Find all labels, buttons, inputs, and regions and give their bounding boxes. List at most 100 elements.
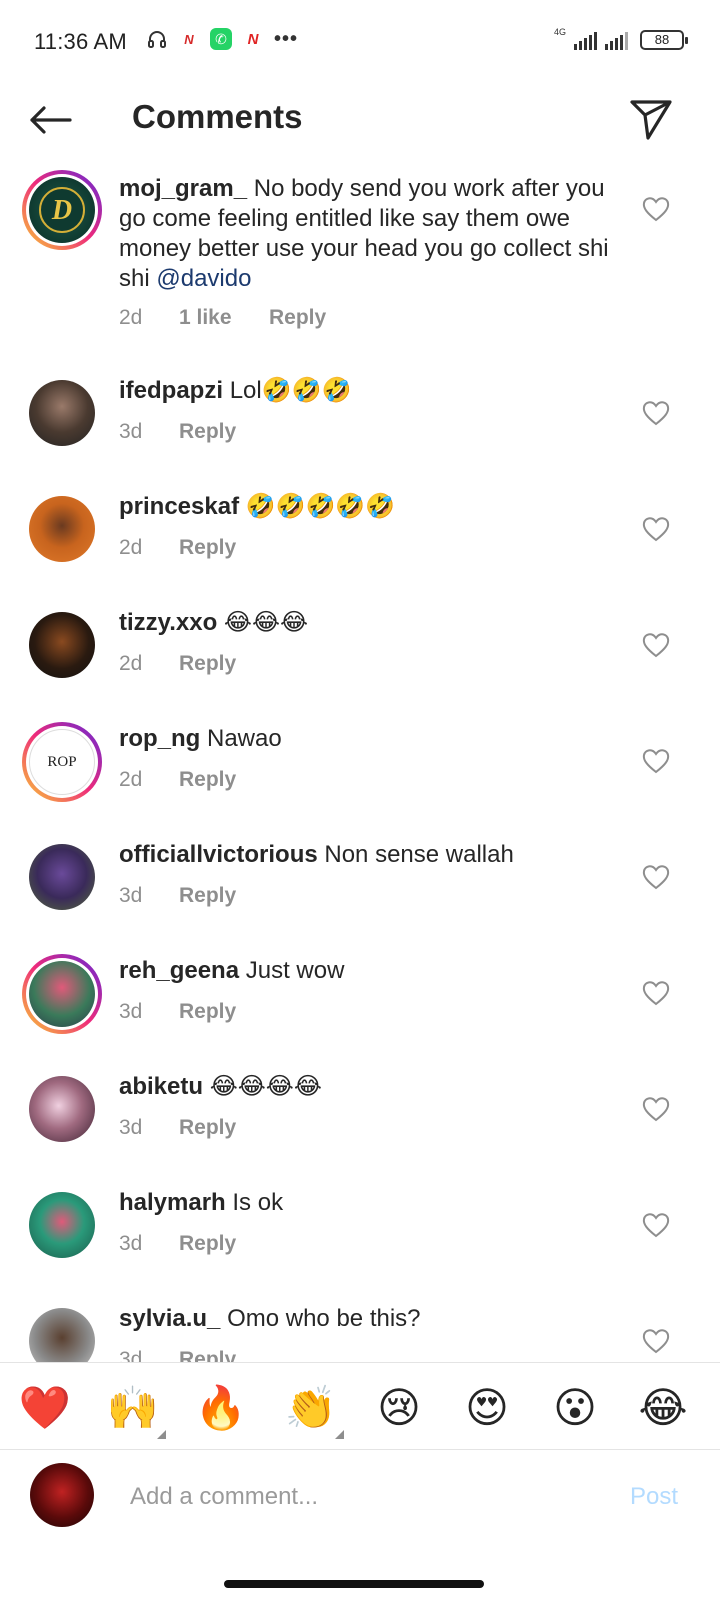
avatar[interactable] bbox=[29, 612, 95, 678]
home-indicator[interactable] bbox=[224, 1580, 484, 1588]
avatar[interactable] bbox=[29, 496, 95, 562]
comment-item: abiketu 😂😂😂😂 3d Reply bbox=[0, 1072, 720, 1172]
comment-meta: 3d Reply bbox=[119, 884, 236, 908]
comment-text: moj_gram_ No body send you work after yo… bbox=[119, 175, 609, 292]
avatar[interactable]: ROP bbox=[22, 722, 102, 802]
skin-tone-indicator-icon bbox=[157, 1430, 166, 1439]
reply-button[interactable]: Reply bbox=[179, 768, 236, 792]
emoji-raised-hands-button[interactable]: 🙌 bbox=[106, 1381, 166, 1439]
comment-time: 3d bbox=[119, 1232, 143, 1255]
share-button[interactable] bbox=[626, 94, 676, 144]
reply-button[interactable]: Reply bbox=[179, 1232, 236, 1256]
emoji-crying-button[interactable]: 😢 bbox=[372, 1381, 426, 1435]
reply-button[interactable]: Reply bbox=[179, 652, 236, 676]
status-bar: 11:36 AM N ✆ N ••• 4G 88 bbox=[0, 0, 720, 84]
whatsapp-icon: ✆ bbox=[210, 28, 232, 50]
like-heart-icon[interactable] bbox=[642, 400, 670, 426]
arrow-left-icon bbox=[30, 106, 72, 134]
emoji-surprised-button[interactable]: 😮 bbox=[548, 1381, 602, 1435]
comment-username[interactable]: officiallvictorious bbox=[119, 841, 318, 868]
comment-likes[interactable]: 1 like bbox=[179, 306, 269, 330]
comment-time: 2d bbox=[119, 306, 143, 329]
comment-text: officiallvictorious Non sense wallah bbox=[119, 841, 514, 868]
back-button[interactable] bbox=[26, 96, 74, 144]
comments-list[interactable]: D moj_gram_ No body send you work after … bbox=[0, 160, 720, 1388]
comment-meta: 3d Reply bbox=[119, 1116, 236, 1140]
avatar[interactable] bbox=[29, 1076, 95, 1142]
reply-button[interactable]: Reply bbox=[179, 1116, 236, 1140]
paper-plane-icon bbox=[630, 100, 672, 140]
emoji-laughing-button[interactable]: 😂 bbox=[636, 1381, 690, 1435]
reply-button[interactable]: Reply bbox=[179, 1000, 236, 1024]
skin-tone-indicator-icon bbox=[335, 1430, 344, 1439]
comment-meta: 3d Reply bbox=[119, 420, 236, 444]
emoji-heart-button[interactable]: ❤️ bbox=[18, 1381, 72, 1435]
comment-username[interactable]: abiketu bbox=[119, 1073, 203, 1100]
like-heart-icon[interactable] bbox=[642, 196, 670, 222]
like-heart-icon[interactable] bbox=[642, 1096, 670, 1122]
post-button[interactable]: Post bbox=[630, 1483, 678, 1511]
comment-time: 3d bbox=[119, 420, 143, 443]
comment-time: 2d bbox=[119, 652, 143, 675]
comment-username[interactable]: sylvia.u_ bbox=[119, 1305, 220, 1332]
comment-text: abiketu 😂😂😂😂 bbox=[119, 1073, 322, 1100]
comment-item: ifedpapzi Lol🤣🤣🤣 3d Reply bbox=[0, 376, 720, 476]
reply-button[interactable]: Reply bbox=[179, 536, 236, 560]
svg-text:D: D bbox=[51, 195, 72, 226]
avatar[interactable] bbox=[22, 954, 102, 1034]
avatar[interactable] bbox=[29, 844, 95, 910]
avatar[interactable] bbox=[29, 1192, 95, 1258]
more-notifications-icon: ••• bbox=[274, 27, 299, 50]
mention-link[interactable]: @davido bbox=[156, 265, 251, 292]
comment-meta: 2d Reply bbox=[119, 768, 236, 792]
emoji-clap-button[interactable]: 👏 bbox=[284, 1381, 344, 1439]
like-heart-icon[interactable] bbox=[642, 748, 670, 774]
comment-username[interactable]: ifedpapzi bbox=[119, 377, 223, 404]
like-heart-icon[interactable] bbox=[642, 1212, 670, 1238]
comment-item: officiallvictorious Non sense wallah 3d … bbox=[0, 840, 720, 940]
network-type-label: 4G bbox=[553, 27, 566, 37]
avatar[interactable] bbox=[29, 380, 95, 446]
like-heart-icon[interactable] bbox=[642, 1328, 670, 1354]
comment-text: princeskaf 🤣🤣🤣🤣🤣 bbox=[119, 493, 396, 520]
like-heart-icon[interactable] bbox=[642, 632, 670, 658]
comment-time: 2d bbox=[119, 768, 143, 791]
comment-username[interactable]: moj_gram_ bbox=[119, 175, 247, 202]
comment-username[interactable]: reh_geena bbox=[119, 957, 239, 984]
comment-username[interactable]: tizzy.xxo bbox=[119, 609, 217, 636]
comment-text: rop_ng Nawao bbox=[119, 725, 282, 752]
reply-button[interactable]: Reply bbox=[269, 306, 326, 330]
comment-username[interactable]: rop_ng bbox=[119, 725, 200, 752]
emoji-fire-button[interactable]: 🔥 bbox=[194, 1381, 248, 1435]
comment-item: princeskaf 🤣🤣🤣🤣🤣 2d Reply bbox=[0, 492, 720, 592]
comment-time: 3d bbox=[119, 884, 143, 907]
header: Comments bbox=[0, 84, 720, 156]
battery-icon: 88 bbox=[640, 30, 688, 50]
like-heart-icon[interactable] bbox=[642, 980, 670, 1006]
comment-username[interactable]: princeskaf bbox=[119, 493, 239, 520]
comment-item: ROP rop_ng Nawao 2d Reply bbox=[0, 720, 720, 820]
comment-time: 3d bbox=[119, 1000, 143, 1023]
comment-item: tizzy.xxo 😂😂😂 2d Reply bbox=[0, 608, 720, 708]
reply-button[interactable]: Reply bbox=[179, 420, 236, 444]
comment-meta: 2d Reply bbox=[119, 536, 236, 560]
status-time: 11:36 AM bbox=[34, 29, 127, 54]
comment-item: reh_geena Just wow 3d Reply bbox=[0, 952, 720, 1052]
comment-meta: 2d Reply bbox=[119, 652, 236, 676]
page-title: Comments bbox=[132, 98, 303, 135]
like-heart-icon[interactable] bbox=[642, 864, 670, 890]
headphones-icon bbox=[146, 28, 168, 50]
comment-text: halymarh Is ok bbox=[119, 1189, 284, 1216]
comment-meta: 3d Reply bbox=[119, 1232, 236, 1256]
emoji-reaction-bar: ❤️ 🙌 🔥 👏 😢 😍 😮 😂 bbox=[0, 1362, 720, 1450]
like-heart-icon[interactable] bbox=[642, 516, 670, 542]
comment-item: D moj_gram_ No body send you work after … bbox=[0, 170, 720, 360]
status-notification-icons: N ✆ N ••• bbox=[146, 28, 298, 50]
emoji-heart-eyes-button[interactable]: 😍 bbox=[460, 1381, 514, 1435]
comment-text: reh_geena Just wow bbox=[119, 957, 345, 984]
signal-icon-sim2 bbox=[605, 32, 628, 50]
reply-button[interactable]: Reply bbox=[179, 884, 236, 908]
comment-username[interactable]: halymarh bbox=[119, 1189, 226, 1216]
comment-input[interactable] bbox=[130, 1477, 600, 1517]
avatar[interactable]: D bbox=[22, 170, 102, 250]
